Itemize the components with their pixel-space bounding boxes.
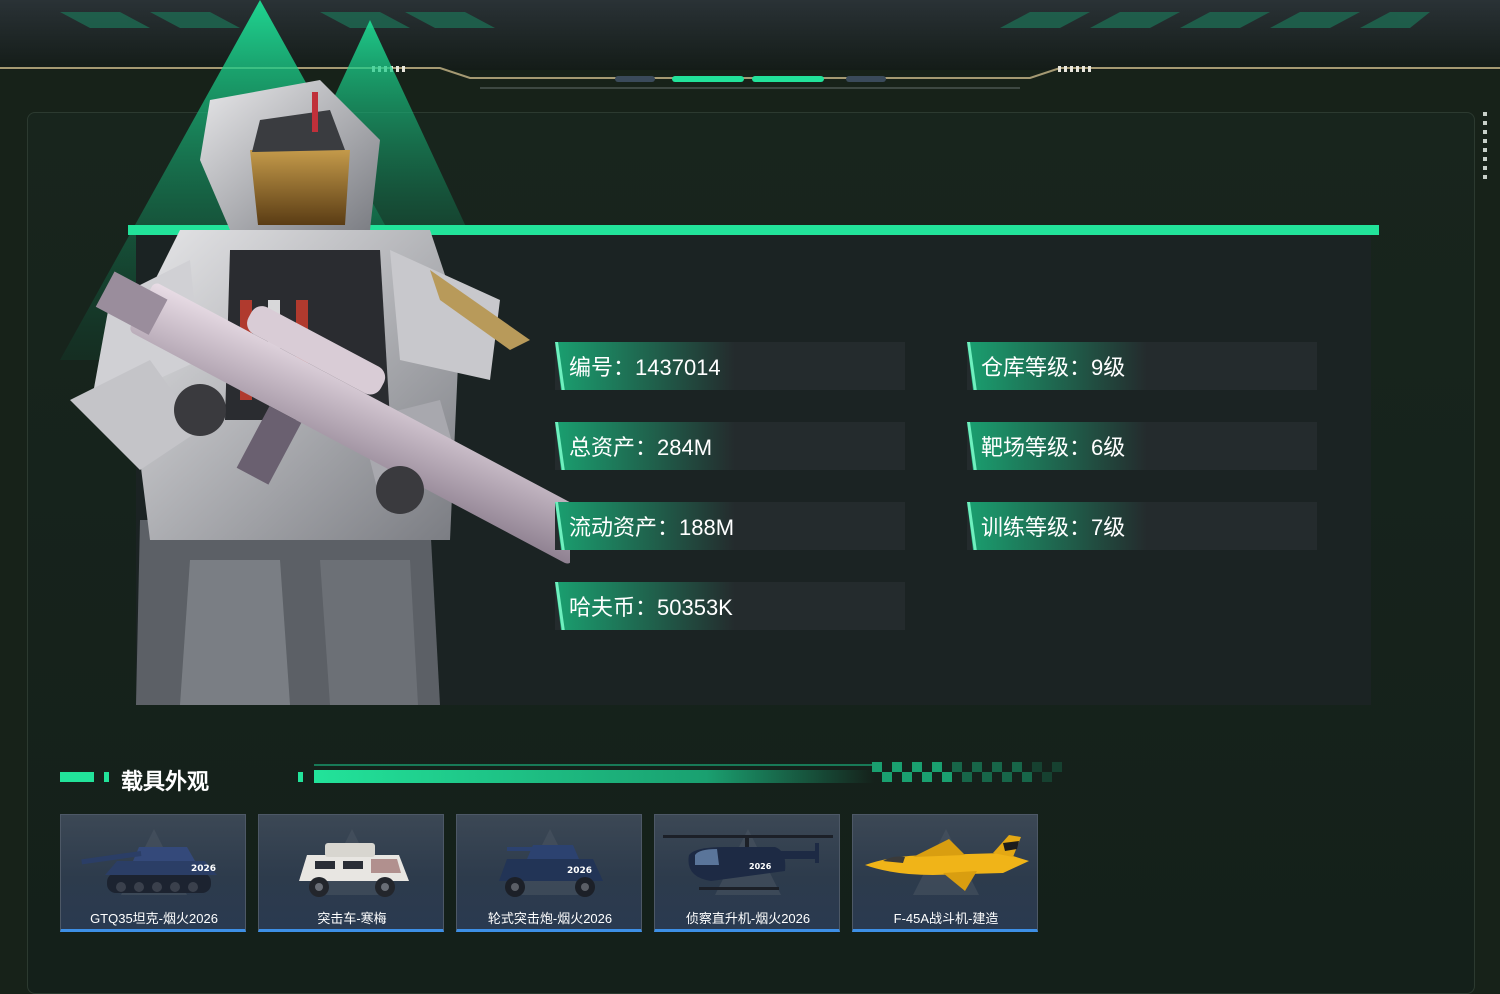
stat-haf-coins: 哈夫币：50353K [555, 582, 905, 630]
vehicle-section-title: 载具外观 [121, 769, 210, 794]
stat-warehouse-level-text: 仓库等级：9级 [981, 355, 1126, 380]
stat-liquid-assets-text: 流动资产：188M [569, 515, 735, 540]
vehicle-card-assault-vehicle[interactable]: 突击车-寒梅 [258, 814, 444, 932]
assault-vehicle-icon [299, 843, 409, 897]
stat-range-level-text: 靶场等级：6级 [981, 435, 1126, 460]
wheeled-assault-gun-icon: 2026 [499, 845, 603, 897]
fighter-jet-icon [865, 835, 1029, 891]
stat-warehouse-level: 仓库等级：9级 [967, 342, 1317, 390]
stat-player-id-text: 编号：1437014 [569, 355, 721, 380]
vehicle-name: F-45A战斗机-建造 [893, 911, 999, 926]
stat-player-id: 编号：1437014 [555, 342, 905, 390]
helicopter-icon: 2026 [663, 835, 833, 890]
vehicle-card-fighter-jet[interactable]: F-45A战斗机-建造 [852, 814, 1038, 932]
stat-haf-coins-text: 哈夫币：50353K [569, 595, 733, 620]
stat-liquid-assets: 流动资产：188M [555, 502, 905, 550]
vehicle-name: GTQ35坦克-烟火2026 [90, 911, 218, 926]
vehicle-name: 突击车-寒梅 [317, 911, 387, 926]
stat-total-assets-text: 总资产：284M [569, 435, 713, 460]
vehicle-card-tank[interactable]: 2026 GTQ35坦克-烟火2026 [60, 814, 246, 932]
vehicle-card-wheeled-assault-gun[interactable]: 2026 轮式突击炮-烟火2026 [456, 814, 642, 932]
svg-text:2026: 2026 [749, 862, 772, 871]
vehicle-name: 侦察直升机-烟火2026 [685, 911, 811, 926]
stat-total-assets: 总资产：284M [555, 422, 905, 470]
tank-icon: 2026 [81, 847, 217, 893]
svg-text:2026: 2026 [191, 864, 216, 874]
vehicle-card-helicopter[interactable]: 2026 侦察直升机-烟火2026 [654, 814, 840, 932]
vehicle-name: 轮式突击炮-烟火2026 [487, 911, 613, 926]
stat-training-level-text: 训练等级：7级 [981, 515, 1126, 540]
stat-training-level: 训练等级：7级 [967, 502, 1317, 550]
stat-range-level: 靶场等级：6级 [967, 422, 1317, 470]
operator-character-portrait [70, 80, 570, 705]
svg-text:2026: 2026 [567, 866, 592, 876]
section-header-decoration [60, 762, 1062, 783]
scroll-indicator[interactable] [1482, 112, 1488, 184]
